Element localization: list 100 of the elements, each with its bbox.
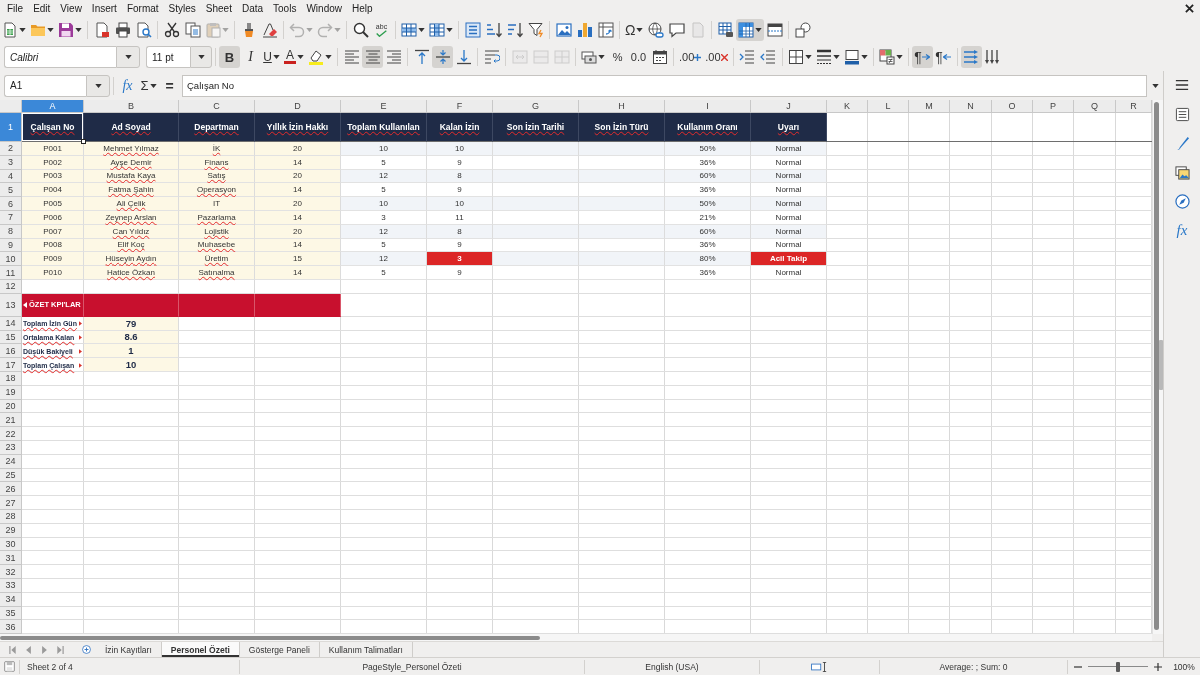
row-header[interactable]: 13 [0, 293, 22, 317]
row-header[interactable]: 21 [0, 413, 22, 428]
row-header[interactable]: 5 [0, 183, 22, 198]
column-header[interactable]: A [22, 100, 84, 113]
row-header[interactable]: 2 [0, 142, 22, 156]
left-to-right-button[interactable]: ¶ [911, 46, 933, 68]
vertical-scrollbar[interactable] [1152, 100, 1163, 634]
column-header[interactable]: L [868, 100, 909, 113]
zoom-slider-thumb[interactable] [1116, 661, 1120, 672]
zoom-in-button[interactable] [1152, 660, 1164, 673]
column-header[interactable]: F [427, 100, 493, 113]
font-name-field[interactable]: Calibri [4, 46, 116, 68]
name-box[interactable]: A1 [4, 74, 86, 97]
menu-item[interactable]: Styles [163, 1, 201, 16]
scrollbar-thumb[interactable] [1154, 102, 1159, 630]
formula-button[interactable]: = [159, 74, 180, 97]
column-header[interactable]: H [579, 100, 665, 113]
menu-item[interactable]: Help [347, 1, 378, 16]
menu-item[interactable]: Data [236, 1, 269, 16]
row-header[interactable]: 27 [0, 496, 22, 510]
font-name-dropdown-button[interactable] [116, 46, 140, 68]
menu-item[interactable]: View [55, 1, 87, 16]
column-header[interactable]: R [1116, 100, 1152, 113]
row-header[interactable]: 36 [0, 620, 22, 634]
minus-icon [1074, 665, 1082, 668]
menu-item[interactable]: Window [301, 1, 347, 16]
pivot-table-button[interactable] [595, 19, 616, 41]
scrollbar-thumb[interactable] [0, 635, 540, 640]
sort-icon [464, 22, 481, 38]
menu-item[interactable]: Format [121, 1, 164, 16]
menu-item[interactable]: Sheet [200, 1, 237, 16]
fill-handle[interactable] [81, 139, 86, 144]
freeze-rows-columns-button[interactable] [736, 19, 765, 41]
sidebar-resize-handle[interactable] [1159, 340, 1163, 390]
column-header[interactable]: I [665, 100, 751, 113]
column-header[interactable]: G [493, 100, 579, 113]
align-center-button[interactable] [362, 46, 383, 68]
triangle-right-icon [41, 645, 47, 654]
column-header[interactable]: B [84, 100, 179, 113]
add-sheet-button[interactable] [79, 642, 93, 657]
font-size-dropdown-button[interactable] [190, 46, 212, 68]
formula-input[interactable]: Çalışan No [182, 74, 1147, 97]
hyperlink-button[interactable] [645, 19, 667, 41]
table-cell: Lojistik [179, 224, 255, 239]
delete-decimal-button[interactable]: .00 [703, 46, 730, 68]
row-header[interactable]: 32 [0, 565, 22, 579]
text-left-to-right-button[interactable] [960, 46, 982, 68]
sheet-tab[interactable]: Gösterge Paneli [239, 642, 320, 657]
name-box-dropdown-button[interactable] [86, 74, 110, 97]
percent-format-button[interactable]: % [607, 46, 628, 68]
font-color-button[interactable]: A [282, 46, 306, 68]
bold-button[interactable]: B [219, 46, 240, 68]
sum-button[interactable]: Σ [138, 74, 159, 97]
sheet-tab[interactable]: Personel Özeti [161, 642, 240, 657]
caret-icon [94, 83, 102, 88]
add-decimal-button[interactable]: .00 [677, 46, 704, 68]
column-header[interactable]: D [255, 100, 341, 113]
right-to-left-button[interactable]: ¶ [932, 46, 954, 68]
row-header[interactable]: 11 [0, 266, 22, 280]
number-format-button[interactable]: 0.0 [628, 46, 649, 68]
plus-circle-icon [81, 645, 91, 654]
row-header[interactable]: 1 [0, 113, 22, 142]
row-header[interactable]: 6 [0, 197, 22, 211]
menu-item[interactable]: Tools [268, 1, 302, 16]
sheet-tab[interactable]: Kullanım Talimatları [319, 642, 413, 657]
menu-item[interactable]: Insert [86, 1, 122, 16]
italic-button[interactable]: I [240, 46, 261, 68]
close-document-button[interactable] [1185, 4, 1194, 13]
menu-item[interactable]: File [2, 1, 29, 16]
font-size-field[interactable]: 11 pt [146, 46, 190, 68]
sheet-tab[interactable]: İzin Kayıtları [96, 642, 162, 657]
row-header[interactable]: 31 [0, 551, 22, 566]
redo-icon [317, 22, 333, 38]
column-header[interactable]: P [1033, 100, 1074, 113]
row-header[interactable]: 16 [0, 344, 22, 359]
column-header[interactable]: C [179, 100, 255, 113]
underline-button[interactable]: U [261, 46, 282, 68]
table-cell: 14 [255, 183, 341, 198]
conditional-format-icon [878, 49, 895, 65]
column-header[interactable]: N [950, 100, 992, 113]
menu-item[interactable]: Edit [28, 1, 56, 16]
functions-button[interactable]: fx [1169, 218, 1195, 242]
shapes-button[interactable] [792, 19, 814, 41]
row-header[interactable]: 10 [0, 252, 22, 267]
conditional-formatting-button[interactable] [876, 46, 905, 68]
caret-icon [75, 28, 82, 32]
special-character-button[interactable]: Ω [623, 19, 646, 41]
column-header[interactable]: M [909, 100, 950, 113]
row-header[interactable]: 17 [0, 358, 22, 372]
row-header[interactable]: 26 [0, 482, 22, 497]
column-header[interactable]: K [827, 100, 868, 113]
function-wizard-button[interactable]: fx [117, 74, 138, 97]
sort-button[interactable] [462, 19, 483, 41]
column-header[interactable]: J [751, 100, 827, 113]
column-header[interactable]: O [992, 100, 1033, 113]
copy-button[interactable] [182, 19, 203, 41]
column-header[interactable]: E [341, 100, 427, 113]
row-header[interactable]: 22 [0, 427, 22, 441]
column-header[interactable]: Q [1074, 100, 1116, 113]
horizontal-scrollbar[interactable] [0, 634, 1152, 641]
